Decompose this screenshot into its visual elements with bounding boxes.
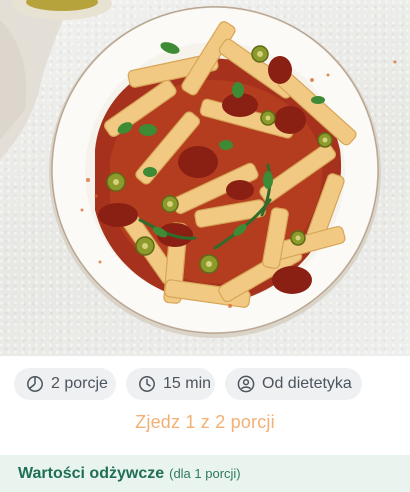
portion-instruction: Zjedz 1 z 2 porcji — [135, 412, 275, 432]
pasta-plate-illustration — [0, 0, 397, 338]
nutrition-title: Wartości odżywcze — [18, 464, 165, 482]
portions-pie-icon — [27, 376, 43, 392]
author-label: Od dietetyka — [262, 375, 352, 392]
portions-chip: 2 porcje — [14, 368, 116, 400]
time-chip: 15 min — [126, 368, 215, 400]
portions-label: 2 porcje — [51, 375, 108, 392]
nutrition-subtitle: (dla 1 porcji) — [169, 466, 241, 481]
recipe-photo — [0, 0, 410, 356]
author-chip: Od dietetyka — [225, 368, 362, 400]
person-icon — [237, 375, 255, 393]
clock-icon — [139, 376, 155, 392]
recipe-detail-screen: 2 porcje 15 min Od dietetyka Zjedz 1 z 2… — [0, 0, 410, 492]
recipe-meta-chips: 2 porcje 15 min Od dietetyka — [14, 368, 404, 400]
time-label: 15 min — [163, 375, 212, 392]
nutrition-header[interactable]: Wartości odżywcze (dla 1 porcji) — [0, 455, 410, 492]
